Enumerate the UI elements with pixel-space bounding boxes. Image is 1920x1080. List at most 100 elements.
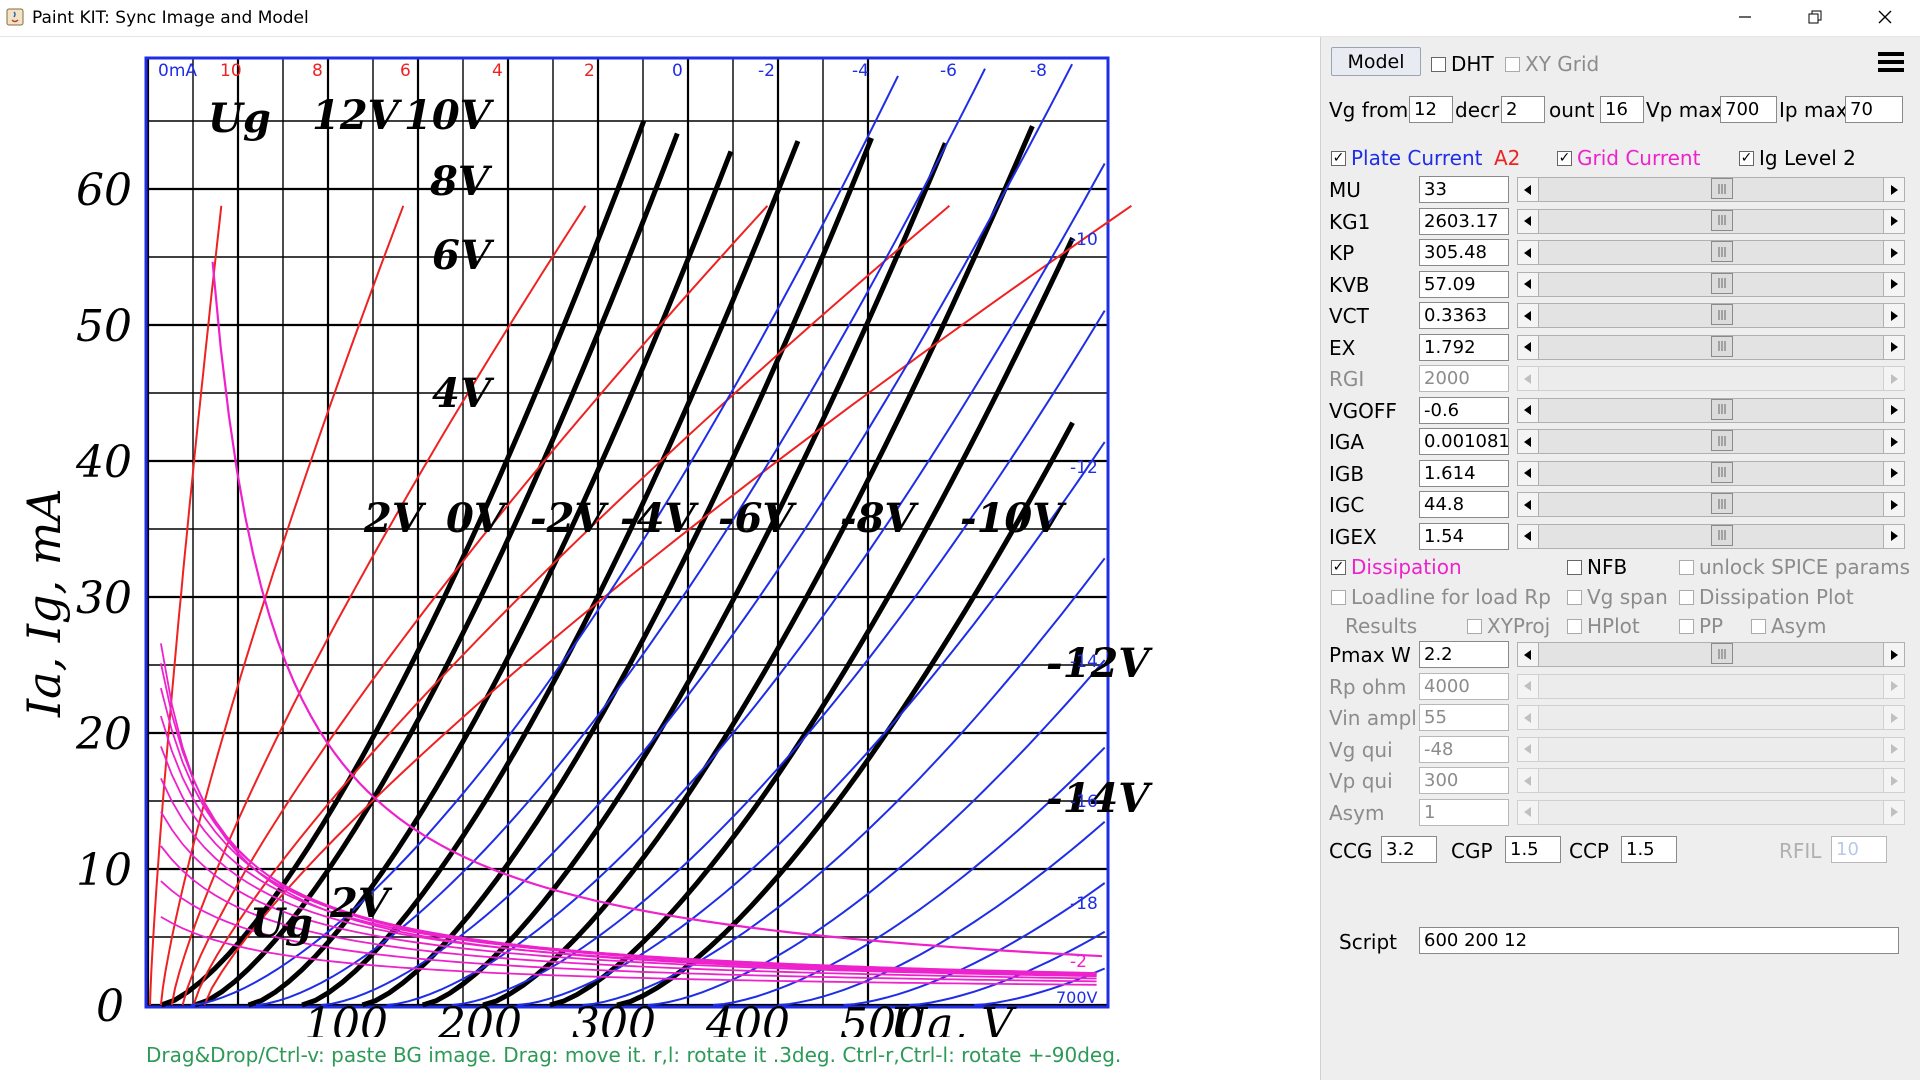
vp-qui-slider-left-button[interactable]	[1517, 768, 1539, 793]
igex-slider-thumb[interactable]	[1711, 524, 1733, 546]
kg1-slider-left-button[interactable]	[1517, 208, 1539, 234]
vin-ampl-field[interactable]: 55	[1419, 704, 1509, 731]
asym-slider-track[interactable]	[1539, 799, 1905, 825]
dissipation-check-box[interactable]: ✓	[1331, 559, 1346, 575]
kg1-slider-right-button[interactable]	[1883, 208, 1905, 234]
kvb-slider-left-button[interactable]	[1517, 271, 1539, 297]
plate-current-check-box[interactable]: ✓	[1331, 150, 1346, 166]
rp-ohm-slider-left-button[interactable]	[1517, 673, 1539, 699]
vg-qui-field[interactable]: -48	[1419, 735, 1509, 763]
loadline-check-box[interactable]	[1331, 589, 1346, 605]
hamburger-menu-button[interactable]	[1871, 43, 1911, 81]
decr-field[interactable]: 2	[1501, 96, 1545, 123]
vgoff-field[interactable]: -0.6	[1419, 396, 1509, 424]
rgi-field[interactable]: 2000	[1419, 365, 1509, 392]
pmax-w-slider-left-button[interactable]	[1517, 642, 1539, 667]
kvb-slider-right-button[interactable]	[1883, 271, 1905, 297]
ex-slider-thumb[interactable]	[1711, 335, 1733, 357]
dht-checkbox[interactable]: DHT	[1431, 52, 1494, 76]
rgi-slider[interactable]	[1517, 366, 1905, 391]
pmax-w-slider-right-button[interactable]	[1883, 642, 1905, 667]
kp-slider-left-button[interactable]	[1517, 240, 1539, 265]
model-button[interactable]: Model	[1331, 47, 1421, 76]
rgi-slider-right-button[interactable]	[1883, 366, 1905, 391]
kp-slider[interactable]	[1517, 240, 1905, 265]
vg-qui-slider-left-button[interactable]	[1517, 736, 1539, 762]
pmax-w-slider-thumb[interactable]	[1711, 643, 1733, 664]
count-field[interactable]: 16	[1600, 96, 1644, 123]
igb-slider-right-button[interactable]	[1883, 460, 1905, 486]
vin-ampl-slider-track[interactable]	[1539, 705, 1905, 730]
igex-slider[interactable]	[1517, 523, 1905, 549]
ccp-field[interactable]: 1.5	[1621, 836, 1677, 863]
xy-grid-check-box[interactable]	[1505, 56, 1520, 72]
rgi-slider-left-button[interactable]	[1517, 366, 1539, 391]
mu-field[interactable]: 33	[1419, 176, 1509, 203]
vp-max-field[interactable]: 700	[1720, 96, 1777, 123]
igb-slider-left-button[interactable]	[1517, 460, 1539, 486]
cgp-field[interactable]: 1.5	[1505, 836, 1561, 863]
xyproj-checkbox[interactable]: XYProj	[1467, 614, 1550, 638]
vgoff-slider[interactable]	[1517, 397, 1905, 423]
unlock-spice-check-box[interactable]	[1679, 559, 1694, 575]
rp-ohm-field[interactable]: 4000	[1419, 672, 1509, 700]
iga-field[interactable]: 0.001081	[1419, 428, 1509, 455]
rp-ohm-slider-track[interactable]	[1539, 673, 1905, 699]
kg1-slider[interactable]	[1517, 208, 1905, 234]
asym-slider-left-button[interactable]	[1517, 799, 1539, 825]
vg-span-checkbox[interactable]: Vg span	[1567, 585, 1668, 609]
vct-slider[interactable]	[1517, 303, 1905, 328]
dht-check-box[interactable]	[1431, 56, 1446, 72]
plot-canvas[interactable]: 0 10 20 30 40 50 60 100 200 300 400 500 Ia, Ig, mA Ua…	[0, 37, 1320, 1080]
igc-slider[interactable]	[1517, 492, 1905, 517]
igex-slider-right-button[interactable]	[1883, 523, 1905, 549]
vg-from-field[interactable]: 12	[1409, 96, 1453, 123]
vin-ampl-slider-right-button[interactable]	[1883, 705, 1905, 730]
igex-slider-left-button[interactable]	[1517, 523, 1539, 549]
iga-slider[interactable]	[1517, 429, 1905, 454]
pp-checkbox[interactable]: PP	[1679, 614, 1723, 638]
dissipation-plot-check-box[interactable]	[1679, 589, 1694, 605]
kp-slider-thumb[interactable]	[1711, 241, 1733, 262]
close-button[interactable]	[1850, 0, 1920, 34]
asym-slider[interactable]	[1517, 799, 1905, 825]
vin-ampl-slider-left-button[interactable]	[1517, 705, 1539, 730]
mu-slider[interactable]	[1517, 177, 1905, 202]
vg-qui-slider-track[interactable]	[1539, 736, 1905, 762]
igc-slider-right-button[interactable]	[1883, 492, 1905, 517]
iga-slider-thumb[interactable]	[1711, 430, 1733, 451]
vin-ampl-slider[interactable]	[1517, 705, 1905, 730]
vg-qui-slider[interactable]	[1517, 736, 1905, 762]
ig-level-check-box[interactable]: ✓	[1739, 150, 1754, 166]
kp-field[interactable]: 305.48	[1419, 239, 1509, 266]
vgoff-slider-left-button[interactable]	[1517, 397, 1539, 423]
restore-button[interactable]	[1780, 0, 1850, 34]
asym-checkbox[interactable]: Asym	[1751, 614, 1826, 638]
ex-slider-right-button[interactable]	[1883, 334, 1905, 360]
rfil-field[interactable]: 10	[1831, 836, 1887, 863]
vp-qui-slider-right-button[interactable]	[1883, 768, 1905, 793]
vgoff-slider-right-button[interactable]	[1883, 397, 1905, 423]
vgoff-slider-thumb[interactable]	[1711, 398, 1733, 420]
vct-slider-right-button[interactable]	[1883, 303, 1905, 328]
xyproj-check-box[interactable]	[1467, 618, 1482, 634]
kg1-field[interactable]: 2603.17	[1419, 207, 1509, 235]
ex-field[interactable]: 1.792	[1419, 333, 1509, 361]
iga-slider-right-button[interactable]	[1883, 429, 1905, 454]
kp-slider-right-button[interactable]	[1883, 240, 1905, 265]
igb-slider-thumb[interactable]	[1711, 461, 1733, 483]
asym-check-box[interactable]	[1751, 618, 1766, 634]
pmax-w-slider[interactable]	[1517, 642, 1905, 667]
vp-qui-field[interactable]: 300	[1419, 767, 1509, 794]
kvb-slider[interactable]	[1517, 271, 1905, 297]
hplot-check-box[interactable]	[1567, 618, 1582, 634]
igb-slider[interactable]	[1517, 460, 1905, 486]
igex-field[interactable]: 1.54	[1419, 522, 1509, 550]
vp-qui-slider-track[interactable]	[1539, 768, 1905, 793]
igc-slider-thumb[interactable]	[1711, 493, 1733, 514]
mu-slider-left-button[interactable]	[1517, 177, 1539, 202]
vct-slider-left-button[interactable]	[1517, 303, 1539, 328]
rp-ohm-slider[interactable]	[1517, 673, 1905, 699]
dissipation-plot-checkbox[interactable]: Dissipation Plot	[1679, 585, 1854, 609]
xy-grid-checkbox[interactable]: XY Grid	[1505, 52, 1599, 76]
